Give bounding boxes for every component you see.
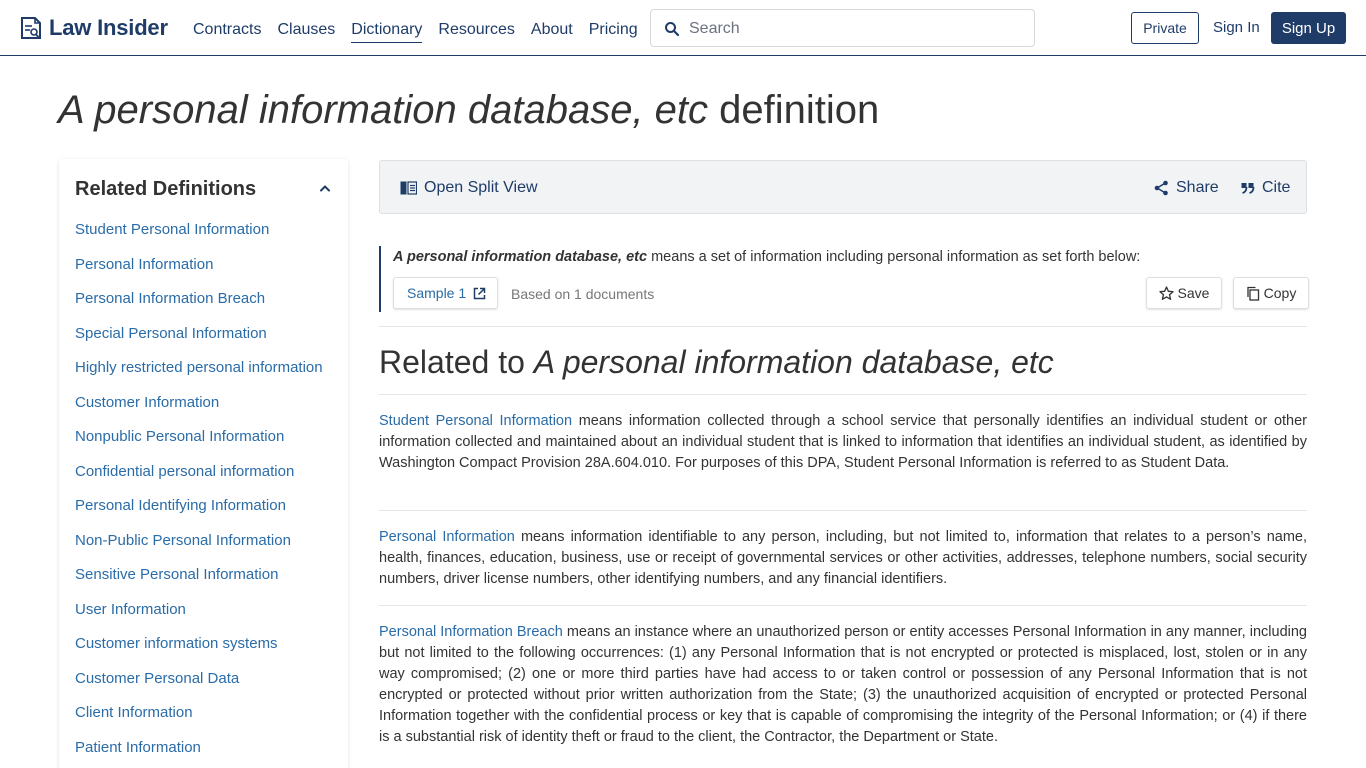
list-item: Personal Information <box>75 255 323 290</box>
save-label: Save <box>1177 285 1210 301</box>
related-link-nonpublic-personal-information[interactable]: Nonpublic Personal Information <box>75 428 284 445</box>
list-item: Highly restricted personal information <box>75 358 323 393</box>
list-item: Customer Personal Data <box>75 669 323 704</box>
related-link-special-personal-information[interactable]: Special Personal Information <box>75 325 267 342</box>
sample-label: Sample 1 <box>407 285 467 301</box>
divider <box>379 326 1307 327</box>
related-link-customer-information[interactable]: Customer Information <box>75 394 219 411</box>
related-link-personal-information-breach[interactable]: Personal Information Breach <box>75 290 265 307</box>
related-link-student-personal-information[interactable]: Student Personal Information <box>75 221 269 238</box>
share-icon <box>1154 180 1168 196</box>
nav-contracts[interactable]: Contracts <box>193 20 261 43</box>
list-item: User Information <box>75 600 323 635</box>
logo-link[interactable]: Law Insider <box>20 14 168 42</box>
list-item: Confidential personal information <box>75 462 323 497</box>
copy-icon <box>1247 286 1259 301</box>
entry-text: means an instance where an unauthorized … <box>379 624 1307 745</box>
document-search-icon <box>21 17 41 39</box>
list-item: Sensitive Personal Information <box>75 565 323 600</box>
sample-button[interactable]: Sample 1 <box>393 277 498 309</box>
definition-body: means a set of information including per… <box>647 249 1141 265</box>
related-link-personal-information[interactable]: Personal Information <box>75 256 213 273</box>
search-box <box>650 9 1035 47</box>
chevron-up-icon[interactable] <box>319 182 331 194</box>
related-link-customer-personal-data[interactable]: Customer Personal Data <box>75 670 239 687</box>
divider <box>379 394 1307 395</box>
search-input[interactable] <box>689 18 1019 40</box>
share-button[interactable]: Share <box>1154 178 1219 198</box>
page-title-suffix: definition <box>719 88 880 132</box>
related-title-term: A personal information database, etc <box>533 344 1054 380</box>
cite-label: Cite <box>1262 179 1291 196</box>
related-definitions-header[interactable]: Related Definitions <box>75 177 333 201</box>
related-link-personal-identifying-information[interactable]: Personal Identifying Information <box>75 497 286 514</box>
related-link-customer-information-systems[interactable]: Customer information systems <box>75 635 278 652</box>
external-link-icon <box>473 287 486 299</box>
list-item: Student Personal Information <box>75 220 323 255</box>
share-label: Share <box>1176 179 1219 196</box>
main-nav: Contracts Clauses Dictionary Resources A… <box>193 20 654 43</box>
definition-block: A personal information database, etc mea… <box>379 246 1309 312</box>
open-split-view-button[interactable]: Open Split View <box>400 178 538 198</box>
page-title: A personal information database, etc def… <box>58 86 879 134</box>
related-link-non-public-personal-information[interactable]: Non-Public Personal Information <box>75 532 291 549</box>
nav-about[interactable]: About <box>531 20 573 43</box>
list-item: Special Personal Information <box>75 324 323 359</box>
open-split-view-label: Open Split View <box>424 179 538 196</box>
related-link-patient-information[interactable]: Patient Information <box>75 739 201 756</box>
sign-up-button[interactable]: Sign Up <box>1271 12 1346 44</box>
private-button[interactable]: Private <box>1131 12 1199 44</box>
quote-icon <box>1241 183 1255 194</box>
related-definitions-panel: Related Definitions Student Personal Inf… <box>59 159 348 768</box>
list-item: Non-Public Personal Information <box>75 531 323 566</box>
nav-pricing[interactable]: Pricing <box>589 20 638 43</box>
list-item: Patient Information <box>75 738 323 768</box>
related-link-user-information[interactable]: User Information <box>75 601 186 618</box>
copy-button[interactable]: Copy <box>1233 277 1309 309</box>
related-entry: Personal Information Breach means an ins… <box>379 622 1307 748</box>
related-link-client-information[interactable]: Client Information <box>75 704 193 721</box>
page-title-term: A personal information database, etc <box>58 88 709 132</box>
nav-clauses[interactable]: Clauses <box>277 20 335 43</box>
definition-text: A personal information database, etc mea… <box>393 248 1140 266</box>
related-section-title: Related to A personal information databa… <box>379 342 1054 382</box>
save-button[interactable]: Save <box>1146 277 1222 309</box>
top-navbar: Law Insider Contracts Clauses Dictionary… <box>0 0 1366 56</box>
copy-label: Copy <box>1263 285 1297 301</box>
related-link-confidential-personal-information[interactable]: Confidential personal information <box>75 463 294 480</box>
divider <box>379 510 1307 511</box>
related-definitions-title: Related Definitions <box>75 178 257 200</box>
related-entry: Student Personal Information means infor… <box>379 411 1307 474</box>
entry-term-link[interactable]: Student Personal Information <box>379 413 572 429</box>
entry-term-link[interactable]: Personal Information Breach <box>379 624 563 640</box>
definition-term: A personal information database, etc <box>393 249 648 265</box>
list-item: Personal Identifying Information <box>75 496 323 531</box>
list-item: Client Information <box>75 703 323 738</box>
based-on-text: Based on 1 documents <box>511 286 655 302</box>
cite-button[interactable]: Cite <box>1241 178 1290 198</box>
nav-resources[interactable]: Resources <box>438 20 514 43</box>
related-title-prefix: Related to <box>379 344 534 380</box>
related-entry: Personal Information means information i… <box>379 527 1307 590</box>
divider <box>379 605 1307 606</box>
list-item: Personal Information Breach <box>75 289 323 324</box>
definition-toolbar: Open Split View Share Cite <box>379 160 1307 214</box>
list-item: Customer Information <box>75 393 323 428</box>
nav-dictionary[interactable]: Dictionary <box>351 20 423 43</box>
related-definitions-list: Student Personal Information Personal In… <box>75 220 323 768</box>
sign-in-link[interactable]: Sign In <box>1213 19 1260 36</box>
entry-text: means information identifiable to any pe… <box>379 529 1307 587</box>
entry-term-link[interactable]: Personal Information <box>379 529 515 545</box>
logo-text: Law Insider <box>49 15 168 40</box>
related-link-highly-restricted[interactable]: Highly restricted personal information <box>75 359 323 376</box>
split-view-icon <box>400 181 417 195</box>
list-item: Customer information systems <box>75 634 323 669</box>
list-item: Nonpublic Personal Information <box>75 427 323 462</box>
search-icon <box>665 22 680 37</box>
star-icon <box>1158 285 1174 300</box>
related-link-sensitive-personal-information[interactable]: Sensitive Personal Information <box>75 566 278 583</box>
